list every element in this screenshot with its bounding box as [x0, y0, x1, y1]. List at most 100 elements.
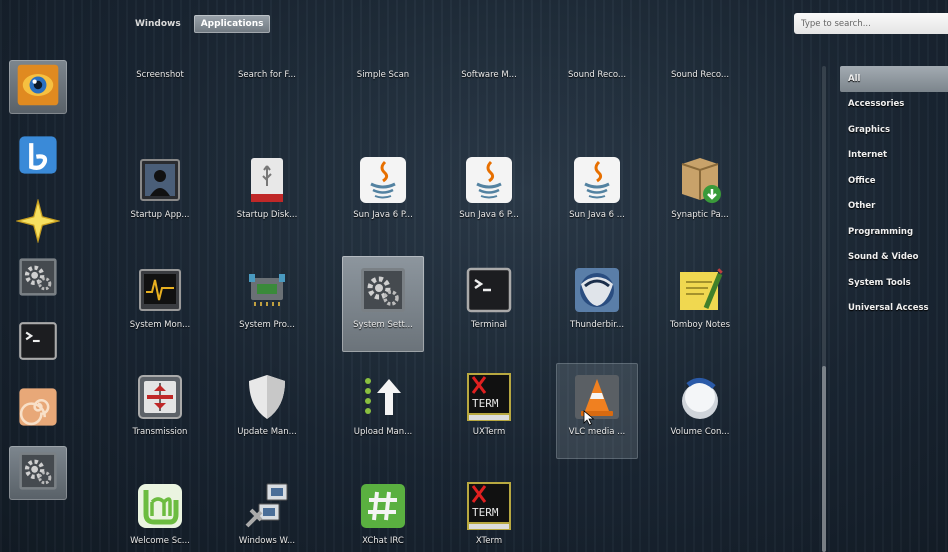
app-launcher[interactable]: Screenshot — [120, 56, 201, 102]
svg-text:TERM: TERM — [472, 506, 499, 519]
app-label: Volume Con... — [670, 427, 730, 437]
windows-wireless-icon — [241, 480, 293, 532]
app-label: Startup App... — [130, 210, 190, 220]
category-internet[interactable]: Internet — [840, 143, 948, 169]
grid-scrollbar[interactable] — [822, 66, 826, 552]
blueman-icon — [16, 133, 60, 181]
search-input[interactable] — [794, 13, 948, 34]
app-launcher[interactable]: System Sett... — [342, 256, 424, 352]
app-launcher[interactable]: VLC media ... — [556, 363, 638, 459]
tomboy-notes-icon — [674, 264, 726, 316]
synaptic-package-icon — [674, 154, 726, 206]
app-label: Startup Disk... — [236, 210, 298, 220]
system-monitor-icon — [134, 264, 186, 316]
app-launcher[interactable]: Transmission — [120, 363, 201, 459]
app-launcher[interactable]: TERM UXTerm — [448, 363, 530, 459]
app-launcher[interactable]: Sound Reco... — [556, 56, 638, 102]
category-list: All Accessories Graphics Internet Office Othe… — [840, 66, 948, 321]
app-label: Sound Reco... — [567, 70, 627, 80]
app-label: Software M... — [461, 70, 517, 80]
system-settings-icon — [16, 449, 60, 497]
app-label: Welcome Sc... — [130, 536, 190, 546]
category-all[interactable]: All — [840, 66, 948, 92]
app-launcher[interactable]: Search for F... — [226, 56, 308, 102]
dash-item-nautilus-shell[interactable] — [9, 382, 67, 436]
app-launcher[interactable]: XChat IRC — [342, 472, 424, 552]
app-label: Search for F... — [238, 70, 296, 80]
app-label: System Mon... — [129, 320, 191, 330]
system-settings-icon — [357, 264, 409, 316]
app-launcher[interactable]: Sun Java 6 P... — [342, 146, 424, 242]
app-launcher[interactable]: Welcome Sc... — [120, 472, 201, 552]
app-label: System Pro... — [239, 320, 295, 330]
app-launcher[interactable]: Sun Java 6 P... — [448, 146, 530, 242]
tab-applications[interactable]: Applications — [193, 15, 271, 33]
app-label: System Sett... — [353, 320, 413, 330]
category-programming[interactable]: Programming — [840, 219, 948, 245]
app-label: UXTerm — [472, 427, 506, 437]
app-launcher[interactable]: Startup Disk... — [226, 146, 308, 242]
dash-item-eye-of-gnome[interactable] — [9, 60, 67, 114]
app-launcher[interactable]: Volume Con... — [659, 363, 741, 459]
java-icon — [571, 154, 623, 206]
app-launcher[interactable]: Software M... — [448, 56, 530, 102]
app-launcher[interactable]: Windows W... — [226, 472, 308, 552]
dash-item-star[interactable] — [9, 196, 67, 250]
category-office[interactable]: Office — [840, 168, 948, 194]
dash-item-terminal[interactable] — [9, 316, 67, 370]
app-launcher[interactable]: Simple Scan — [342, 56, 424, 102]
app-launcher[interactable]: System Pro... — [226, 256, 308, 352]
tab-windows[interactable]: Windows — [128, 15, 188, 33]
app-label: Tomboy Notes — [669, 320, 731, 330]
xterm-icon: TERM — [463, 480, 515, 532]
eye-of-gnome-icon — [16, 63, 60, 111]
transmission-icon — [134, 371, 186, 423]
xterm-icon: TERM — [463, 371, 515, 423]
app-launcher[interactable]: System Mon... — [120, 256, 201, 352]
app-label: Screenshot — [136, 70, 184, 80]
search-files-icon — [241, 56, 293, 66]
app-label: Sun Java 6 P... — [353, 210, 413, 220]
category-universal-access[interactable]: Universal Access — [840, 296, 948, 322]
mouse-pointer-icon — [583, 410, 595, 426]
scrollbar-thumb[interactable] — [822, 366, 826, 552]
app-launcher[interactable]: Sound Reco... — [659, 56, 741, 102]
dash-item-system-settings[interactable] — [9, 252, 67, 306]
system-settings-icon — [16, 255, 60, 303]
app-launcher[interactable]: Update Man... — [226, 363, 308, 459]
app-launcher[interactable]: Synaptic Pa... — [659, 146, 741, 242]
app-launcher[interactable]: Terminal — [448, 256, 530, 352]
app-label: Synaptic Pa... — [671, 210, 729, 220]
category-graphics[interactable]: Graphics — [840, 117, 948, 143]
java-icon — [357, 154, 409, 206]
shield-icon — [241, 371, 293, 423]
category-system-tools[interactable]: System Tools — [840, 270, 948, 296]
software-manager-icon — [463, 56, 515, 66]
thunderbird-icon — [571, 264, 623, 316]
category-sound-video[interactable]: Sound & Video — [840, 245, 948, 271]
terminal-icon — [463, 264, 515, 316]
category-accessories[interactable]: Accessories — [840, 92, 948, 118]
app-label: Sun Java 6 P... — [459, 210, 519, 220]
screenshot-icon — [134, 56, 186, 66]
application-grid: Screenshot Search for F... Simple Scan Soft… — [120, 56, 810, 552]
app-launcher[interactable]: Sun Java 6 ... — [556, 146, 638, 242]
app-label: Thunderbir... — [569, 320, 625, 330]
app-launcher[interactable]: Tomboy Notes — [659, 256, 741, 352]
app-launcher[interactable]: TERM XTerm — [448, 472, 530, 552]
startup-apps-icon — [134, 154, 186, 206]
app-label: Terminal — [471, 320, 507, 330]
star-icon — [15, 198, 61, 247]
mint-welcome-icon — [134, 480, 186, 532]
category-other[interactable]: Other — [840, 194, 948, 220]
app-label: Sound Reco... — [670, 70, 730, 80]
app-launcher[interactable]: Upload Man... — [342, 363, 424, 459]
app-label: Transmission — [132, 427, 188, 437]
sound-recorder-icon — [571, 56, 623, 66]
dash-item-blueman[interactable] — [9, 130, 67, 184]
app-label: Update Man... — [237, 427, 297, 437]
terminal-icon — [16, 319, 60, 367]
app-launcher[interactable]: Thunderbir... — [556, 256, 638, 352]
dash-item-system-settings[interactable] — [9, 446, 67, 500]
app-launcher[interactable]: Startup App... — [120, 146, 201, 242]
